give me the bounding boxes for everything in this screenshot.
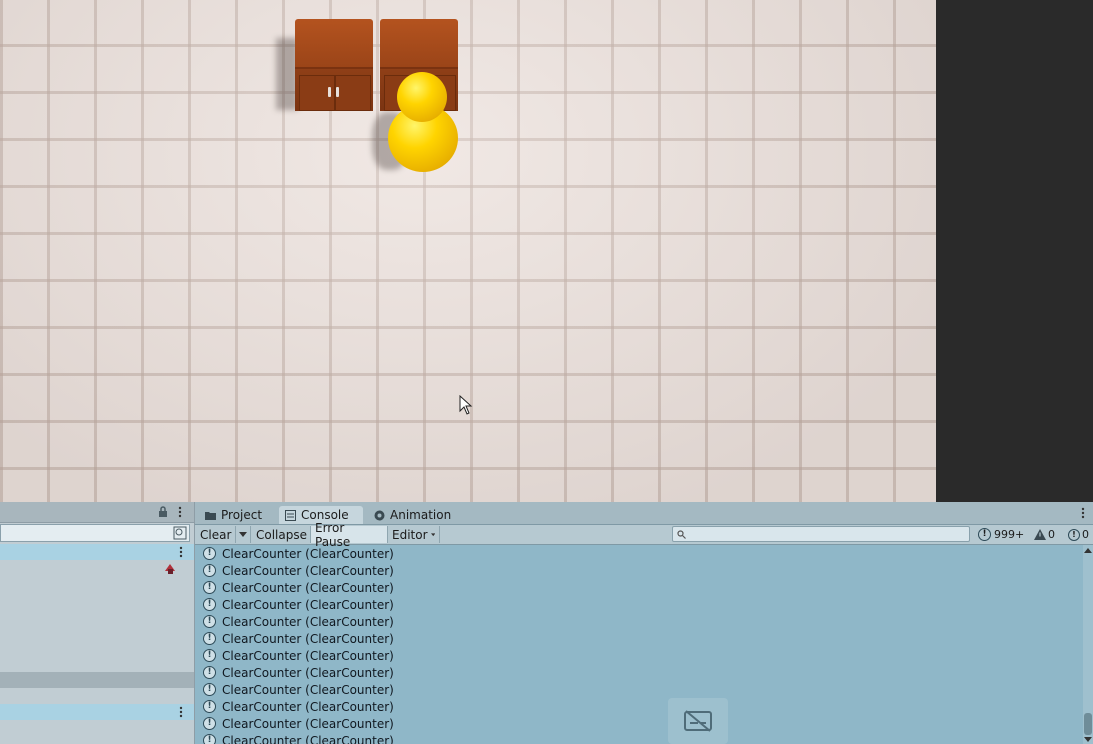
info-icon: ! [978,528,991,541]
scroll-up-icon[interactable] [1084,547,1092,553]
chevron-down-icon [239,531,247,537]
error-icon: ! [1068,528,1080,541]
log-entry-text: ClearCounter (ClearCounter) [222,546,394,561]
info-icon: ! [203,666,216,679]
info-count: 999+ [994,528,1025,541]
editor-dropdown-label: Editor [392,527,428,542]
log-entry-text: ClearCounter (ClearCounter) [222,580,394,595]
console-toolbar: Clear Collapse Error Pause Editor ! 999+… [195,521,1093,549]
log-entry[interactable]: ! ClearCounter (ClearCounter) [195,647,1083,664]
log-entry[interactable]: ! ClearCounter (ClearCounter) [195,545,1083,562]
search-options-icon[interactable] [173,526,187,540]
log-entry[interactable]: ! ClearCounter (ClearCounter) [195,562,1083,579]
scene-root-row[interactable] [0,544,194,560]
hierarchy-selected-row[interactable] [0,672,194,688]
log-entry-text: ClearCounter (ClearCounter) [222,597,394,612]
info-icon: ! [203,581,216,594]
log-entry[interactable]: ! ClearCounter (ClearCounter) [195,732,1083,744]
log-entry[interactable]: ! ClearCounter (ClearCounter) [195,681,1083,698]
editor-dropdown[interactable]: Editor [388,526,440,543]
log-entry[interactable]: ! ClearCounter (ClearCounter) [195,698,1083,715]
hierarchy-search-input[interactable] [0,524,190,542]
tab-project-label: Project [221,508,263,522]
info-icon: ! [203,615,216,628]
log-entry-text: ClearCounter (ClearCounter) [222,682,394,697]
error-count-toggle[interactable]: ! 0 [1068,526,1093,543]
log-entry-text: ClearCounter (ClearCounter) [222,699,394,714]
log-entry[interactable]: ! ClearCounter (ClearCounter) [195,596,1083,613]
player-head[interactable] [397,72,447,122]
info-icon: ! [203,547,216,560]
collapse-button[interactable]: Collapse [252,526,311,543]
hierarchy-row[interactable] [0,704,194,720]
more-options-icon[interactable] [1081,507,1085,519]
log-entry[interactable]: ! ClearCounter (ClearCounter) [195,613,1083,630]
info-icon: ! [203,717,216,730]
mouse-cursor-icon [459,395,473,415]
info-icon: ! [203,564,216,577]
info-icon: ! [203,649,216,662]
more-options-icon[interactable] [178,506,182,518]
log-entry[interactable]: ! ClearCounter (ClearCounter) [195,579,1083,596]
hierarchy-panel [0,502,195,744]
more-options-icon[interactable] [179,706,183,718]
error-pause-button[interactable]: Error Pause [311,521,388,549]
clear-options-dropdown[interactable] [236,526,251,543]
log-entry-text: ClearCounter (ClearCounter) [222,614,394,629]
log-entry[interactable]: ! ClearCounter (ClearCounter) [195,715,1083,732]
prefab-override-icon[interactable] [163,561,177,575]
scene-lighting [0,0,936,502]
info-count-toggle[interactable]: ! 999+ [978,526,1028,543]
clear-button[interactable]: Clear [196,526,236,543]
console-search-input[interactable] [672,526,970,542]
inspector-area [936,0,1093,502]
scroll-down-icon[interactable] [1084,737,1092,743]
captions-off-icon [684,710,712,732]
folder-icon [205,511,216,520]
tab-animation-label: Animation [390,508,452,522]
error-count: 0 [1082,528,1089,541]
info-icon: ! [203,598,216,611]
hide-subtitles-overlay[interactable] [668,698,728,744]
log-entry-text: ClearCounter (ClearCounter) [222,648,394,663]
warning-icon [1034,529,1046,540]
animation-icon [374,510,385,520]
chevron-down-icon [430,532,435,536]
info-icon: ! [203,700,216,713]
console-icon [285,509,296,521]
log-entry-text: ClearCounter (ClearCounter) [222,733,394,744]
info-icon: ! [203,734,216,744]
warning-count-toggle[interactable]: 0 [1034,526,1062,543]
log-scrollbar[interactable] [1083,545,1093,744]
log-entry[interactable]: ! ClearCounter (ClearCounter) [195,630,1083,647]
console-log-list[interactable]: ! ClearCounter (ClearCounter) ! ClearCount… [195,545,1083,744]
clear-counter-1[interactable] [295,19,373,111]
scene-viewport[interactable] [0,0,936,502]
log-entry[interactable]: ! ClearCounter (ClearCounter) [195,664,1083,681]
log-entry-text: ClearCounter (ClearCounter) [222,563,394,578]
scrollbar-thumb[interactable] [1084,713,1092,735]
warning-count: 0 [1048,528,1055,541]
log-entry-text: ClearCounter (ClearCounter) [222,716,394,731]
more-options-icon[interactable] [179,546,183,558]
console-window: Project Console Animation Clear Collapse… [195,502,1093,744]
tab-project[interactable]: Project [199,506,274,524]
info-icon: ! [203,683,216,696]
log-entry-text: ClearCounter (ClearCounter) [222,665,394,680]
hierarchy-tabbar [0,502,194,523]
info-icon: ! [203,632,216,645]
search-icon [677,530,686,539]
lock-icon[interactable] [158,506,168,518]
log-entry-text: ClearCounter (ClearCounter) [222,631,394,646]
